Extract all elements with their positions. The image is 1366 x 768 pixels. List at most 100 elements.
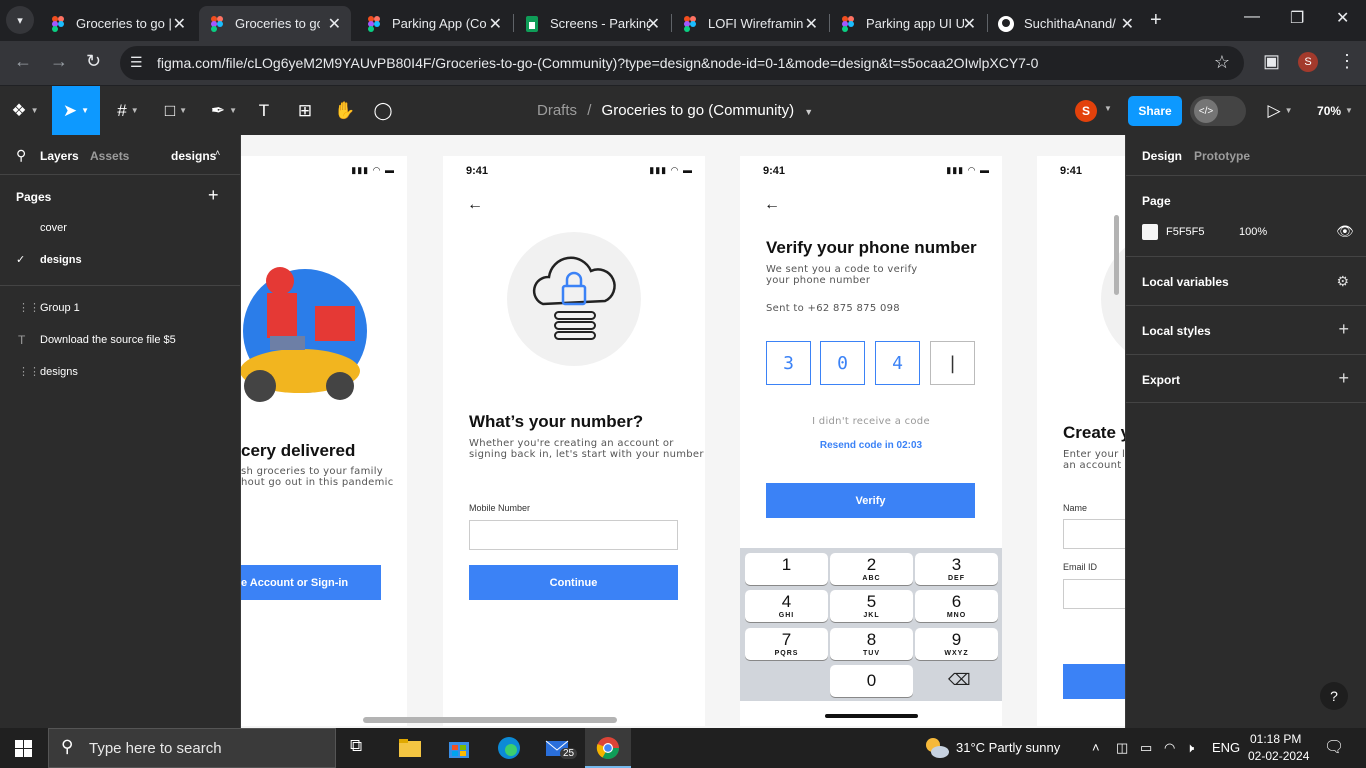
browser-tab[interactable]: Parking App (Co ✕ xyxy=(356,6,512,41)
key-8[interactable]: 8 TUV xyxy=(830,628,913,660)
close-icon[interactable]: ✕ xyxy=(328,14,341,34)
background-opacity[interactable]: 100% xyxy=(1239,226,1267,238)
add-page-icon[interactable]: + xyxy=(208,185,219,206)
meet-now-icon[interactable]: ◫ xyxy=(1116,740,1128,756)
hand-tool-icon[interactable]: ✋ xyxy=(328,86,362,135)
minimize-icon[interactable]: — xyxy=(1244,8,1260,26)
frame-verify[interactable]: 9:41 ▮▮▮ ◠ ▬ ← Verify your phone number … xyxy=(740,156,1002,726)
user-avatar[interactable]: S xyxy=(1075,100,1097,122)
backspace-icon[interactable]: ⌫ xyxy=(948,670,971,690)
mobile-number-input[interactable] xyxy=(469,520,678,550)
vertical-scrollbar[interactable] xyxy=(1114,215,1119,295)
key-1[interactable]: 1 xyxy=(745,553,828,585)
dev-mode-toggle[interactable]: </> xyxy=(1190,96,1246,126)
text-tool-icon[interactable]: T xyxy=(248,86,280,135)
weather-partly-sunny-icon[interactable] xyxy=(924,736,950,760)
frame-tool-icon[interactable]: # ▼ xyxy=(106,86,150,135)
close-icon[interactable]: ✕ xyxy=(489,14,502,34)
page-item-cover[interactable]: cover xyxy=(40,222,67,234)
background-hex[interactable]: F5F5F5 xyxy=(1166,226,1205,238)
create-account-button[interactable]: e Account or Sign-in xyxy=(241,565,381,600)
chevron-down-icon[interactable]: ▼ xyxy=(1104,104,1112,113)
eye-icon[interactable]: 👁 xyxy=(1336,223,1354,240)
close-icon[interactable]: ✕ xyxy=(963,14,976,34)
key-0[interactable]: 0 xyxy=(830,665,913,697)
file-explorer-icon[interactable] xyxy=(398,736,422,760)
file-name[interactable]: Groceries to go (Community) xyxy=(602,102,795,119)
tab-assets[interactable]: Assets xyxy=(90,149,129,163)
variables-settings-icon[interactable]: ⚙ xyxy=(1336,273,1349,290)
comment-tool-icon[interactable]: ◯ xyxy=(366,86,400,135)
continue-button[interactable]: Continue xyxy=(469,565,678,600)
volume-icon[interactable]: 🕨 xyxy=(1186,740,1194,756)
name-input[interactable] xyxy=(1063,519,1125,549)
otp-digit-4[interactable]: | xyxy=(930,341,975,385)
close-icon[interactable]: ✕ xyxy=(805,14,818,34)
taskbar-search[interactable]: ⚲ Type here to search xyxy=(48,728,336,768)
otp-digit-2[interactable]: 0 xyxy=(820,341,865,385)
frame-create-account[interactable]: 9:41 Create y Enter your li an account N… xyxy=(1037,156,1125,726)
key-7[interactable]: 7 PQRS xyxy=(745,628,828,660)
language-indicator[interactable]: ENG xyxy=(1212,740,1240,755)
close-icon[interactable]: ✕ xyxy=(647,14,660,34)
close-icon[interactable]: ✕ xyxy=(1121,14,1134,34)
otp-digit-1[interactable]: 3 xyxy=(766,341,811,385)
forward-icon[interactable]: → xyxy=(50,51,68,72)
show-hidden-icons-icon[interactable]: ˄ xyxy=(1092,740,1100,755)
otp-digit-3[interactable]: 4 xyxy=(875,341,920,385)
chevron-up-icon[interactable]: ˄ xyxy=(215,148,220,158)
restore-icon[interactable]: ❐ xyxy=(1290,8,1304,28)
profile-avatar[interactable]: S xyxy=(1298,52,1318,72)
browser-tab[interactable]: Parking app UI U ✕ xyxy=(830,6,986,41)
key-9[interactable]: 9 WXYZ xyxy=(915,628,998,660)
close-icon[interactable]: ✕ xyxy=(173,14,186,34)
email-input[interactable] xyxy=(1063,579,1125,609)
create-account-submit-button[interactable] xyxy=(1063,664,1125,699)
verify-button[interactable]: Verify xyxy=(766,483,975,518)
back-arrow-icon[interactable]: ← xyxy=(467,196,483,214)
zoom-menu[interactable]: 70% ▼ xyxy=(1308,86,1362,135)
back-arrow-icon[interactable]: ← xyxy=(764,196,780,214)
key-3[interactable]: 3 DEF xyxy=(915,553,998,585)
resend-code-link[interactable]: Resend code in 02:03 xyxy=(740,440,1002,451)
add-style-icon[interactable]: + xyxy=(1338,319,1349,340)
tab-prototype[interactable]: Prototype xyxy=(1194,149,1250,163)
windows-start-icon[interactable] xyxy=(15,740,32,757)
task-view-icon[interactable]: ⧉ xyxy=(350,736,374,760)
page-item-designs[interactable]: designs xyxy=(40,254,82,266)
local-styles-section[interactable]: Local styles + xyxy=(1126,305,1366,354)
reload-icon[interactable]: ↻ xyxy=(86,51,101,72)
color-swatch[interactable] xyxy=(1142,224,1158,240)
layer-item[interactable]: Group 1 xyxy=(40,302,80,314)
export-section[interactable]: Export + xyxy=(1126,354,1366,403)
browser-tab[interactable]: Groceries to go | ✕ xyxy=(40,6,196,41)
local-variables-section[interactable]: Local variables ⚙ xyxy=(1126,256,1366,305)
key-4[interactable]: 4 GHI xyxy=(745,590,828,622)
frame-phone-number[interactable]: 9:41 ▮▮▮ ◠ ▬ ← What’s your number? Wheth… xyxy=(443,156,705,726)
microsoft-store-icon[interactable] xyxy=(447,736,471,760)
chevron-down-icon[interactable]: ▼ xyxy=(804,107,813,117)
move-tool-icon[interactable]: ➤ ▼ xyxy=(52,86,100,135)
address-bar[interactable]: ☰ figma.com/file/cLOg6yeM2M9YAUvPB80I4F/… xyxy=(120,46,1244,80)
browser-tab[interactable]: Screens - Parking ✕ xyxy=(514,6,670,41)
horizontal-scrollbar[interactable] xyxy=(363,717,617,723)
battery-icon[interactable]: ▭ xyxy=(1140,740,1152,756)
new-tab-icon[interactable]: + xyxy=(1150,9,1162,32)
browser-tab[interactable]: SuchithaAnand/ ✕ xyxy=(988,6,1144,41)
resources-tool-icon[interactable]: ⊞ xyxy=(288,86,322,135)
bookmark-star-icon[interactable]: ☆ xyxy=(1214,52,1230,73)
key-5[interactable]: 5 JKL xyxy=(830,590,913,622)
frame-welcome[interactable]: ▮▮▮ ◠ ▬ cery delivered sh groceries to y… xyxy=(241,156,407,726)
window-close-icon[interactable]: ✕ xyxy=(1336,8,1349,28)
tab-search-chevron-icon[interactable]: ▾ xyxy=(6,6,34,34)
layer-item[interactable]: Download the source file $5 xyxy=(40,334,176,346)
add-export-icon[interactable]: + xyxy=(1338,368,1349,389)
edge-browser-icon[interactable] xyxy=(497,736,521,760)
side-panel-icon[interactable]: ▣ xyxy=(1263,51,1280,72)
breadcrumb-drafts[interactable]: Drafts xyxy=(537,102,577,119)
help-icon[interactable]: ? xyxy=(1320,682,1348,710)
tab-design[interactable]: Design xyxy=(1142,149,1182,163)
notifications-icon[interactable]: 🗨 xyxy=(1324,737,1344,757)
key-2[interactable]: 2 ABC xyxy=(830,553,913,585)
shape-tool-icon[interactable]: □ ▼ xyxy=(154,86,198,135)
